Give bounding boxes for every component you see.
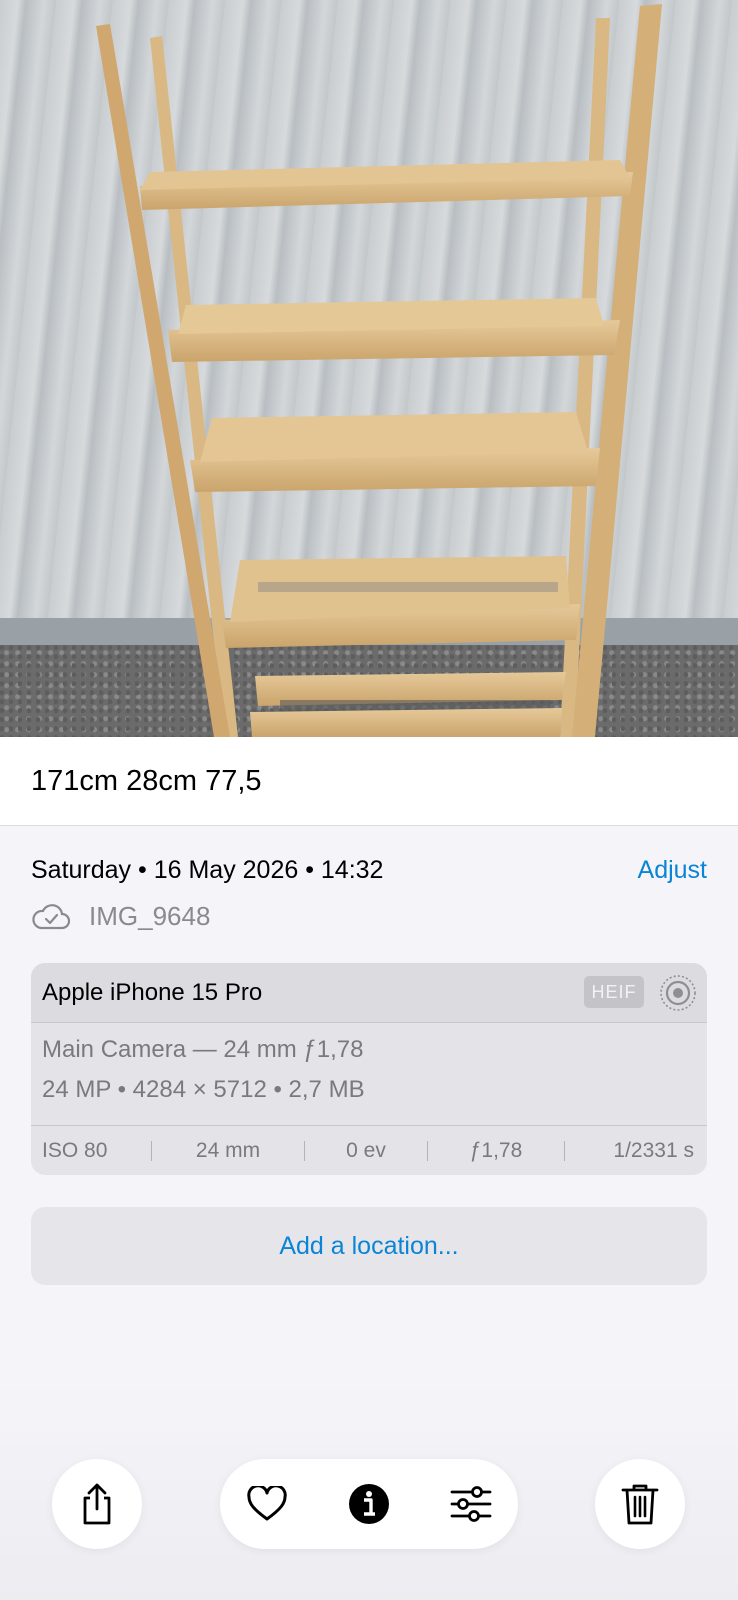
sliders-icon — [450, 1486, 492, 1522]
photo-info-screen: 171cm 28cm 77,5 Saturday • 16 May 2026 •… — [0, 0, 738, 1600]
exif-aperture: ƒ1,78 — [469, 1139, 523, 1162]
exif-focal-length: 24 mm — [195, 1139, 261, 1162]
camera-card-header: Apple iPhone 15 Pro HEIF — [31, 963, 707, 1023]
exif-row: ISO 80 24 mm 0 ev ƒ1,78 1/2331 s — [31, 1126, 707, 1175]
live-photo-icon[interactable] — [659, 974, 697, 1012]
heart-icon — [247, 1486, 287, 1521]
exif-iso: ISO 80 — [42, 1139, 108, 1162]
shelf-image — [96, 4, 662, 737]
exif-exposure-value: 0 ev — [346, 1139, 386, 1162]
photo-actions-group — [220, 1459, 518, 1549]
format-badge: HEIF — [584, 976, 644, 1008]
camera-details: Main Camera — 24 mm ƒ1,78 24 MP • 4284 ×… — [31, 1023, 707, 1126]
file-info-row: IMG_9648 — [31, 898, 210, 934]
file-name: IMG_9648 — [89, 900, 211, 931]
caption-text: 171cm 28cm 77,5 — [31, 765, 262, 797]
favorite-button[interactable] — [222, 1459, 312, 1549]
lens-info: Main Camera — 24 mm ƒ1,78 — [42, 1036, 364, 1063]
caption-field[interactable]: 171cm 28cm 77,5 — [0, 737, 738, 826]
image-details: 24 MP • 4284 × 5712 • 2,7 MB — [42, 1076, 365, 1103]
date-time-label: Saturday • 16 May 2026 • 14:32 — [31, 856, 384, 884]
adjust-button[interactable]: Adjust — [638, 856, 707, 885]
trash-icon — [621, 1484, 659, 1525]
add-location-button[interactable]: Add a location... — [31, 1207, 707, 1285]
share-icon — [83, 1483, 111, 1525]
edit-button[interactable] — [426, 1459, 516, 1549]
cloud-check-icon — [32, 904, 71, 930]
device-name: Apple iPhone 15 Pro — [42, 979, 263, 1006]
camera-info-card: Apple iPhone 15 Pro HEIF Main Camera — 2… — [31, 963, 707, 1175]
share-button[interactable] — [52, 1459, 142, 1549]
photo-preview[interactable] — [0, 0, 738, 737]
exif-shutter-speed: 1/2331 s — [613, 1139, 694, 1162]
info-icon — [349, 1484, 389, 1524]
delete-button[interactable] — [595, 1459, 685, 1549]
info-button[interactable] — [324, 1459, 414, 1549]
